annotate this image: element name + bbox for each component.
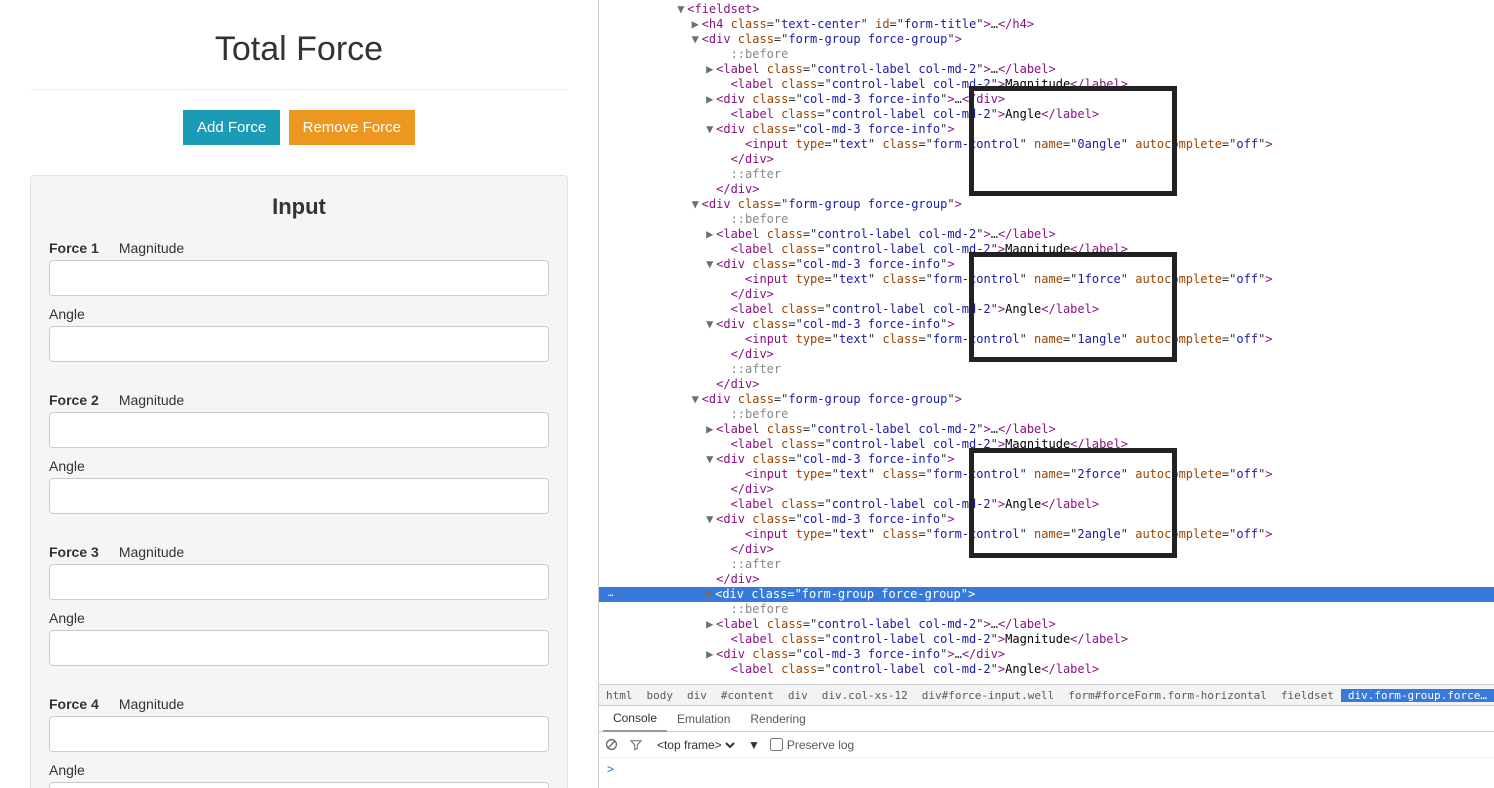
magnitude-input[interactable]	[49, 412, 549, 448]
angle-input[interactable]	[49, 326, 549, 362]
title-divider	[30, 89, 568, 90]
angle-label: Angle	[49, 610, 85, 626]
frame-dropdown-arrow-icon[interactable]: ▼	[748, 738, 760, 752]
magnitude-label: Magnitude	[119, 696, 184, 712]
dom-line[interactable]: ▶<label class="control-label col-md-2">……	[599, 62, 1494, 77]
webpage-pane: Total Force Add Force Remove Force Input…	[0, 0, 598, 788]
breadcrumb-item[interactable]: div.col-xs-12	[815, 689, 915, 702]
drawer-tab[interactable]: Rendering	[740, 707, 815, 731]
drawer-tab[interactable]: Emulation	[667, 707, 740, 731]
breadcrumb-item[interactable]: fieldset	[1274, 689, 1341, 702]
breadcrumb-item[interactable]: body	[639, 689, 680, 702]
annotation-box	[969, 252, 1177, 362]
force-group: Force 3 Magnitude Angle	[49, 544, 549, 676]
dom-line[interactable]: </div>	[599, 572, 1494, 587]
console-prompt-icon: >	[607, 762, 614, 776]
magnitude-input[interactable]	[49, 716, 549, 752]
dom-line[interactable]: ▶<label class="control-label col-md-2">……	[599, 227, 1494, 242]
force-name-label: Force 4	[49, 696, 99, 712]
elements-breadcrumb[interactable]: htmlbodydiv#contentdivdiv.col-xs-12div#f…	[599, 684, 1494, 706]
breadcrumb-item[interactable]: #content	[714, 689, 781, 702]
magnitude-input[interactable]	[49, 260, 549, 296]
clear-console-icon[interactable]	[605, 738, 619, 752]
breadcrumb-item[interactable]: div	[680, 689, 714, 702]
dom-line[interactable]: <label class="control-label col-md-2">Ma…	[599, 632, 1494, 647]
forces-container: Force 1 Magnitude Angle Force 2 Magnitude Ang…	[49, 240, 549, 788]
dom-line[interactable]: ::after	[599, 557, 1494, 572]
page-title: Total Force	[30, 20, 568, 89]
preserve-log-checkbox-label[interactable]: Preserve log	[770, 738, 854, 752]
dom-line[interactable]: ::before	[599, 602, 1494, 617]
dom-line[interactable]: ▼<div class="form-group force-group">	[599, 32, 1494, 47]
preserve-log-label-text: Preserve log	[787, 738, 854, 752]
dom-line[interactable]: ▼<div class="form-group force-group">	[599, 392, 1494, 407]
dom-line[interactable]: ▼<div class="form-group force-group">	[599, 197, 1494, 212]
breadcrumb-item[interactable]: div#force-input.well	[915, 689, 1061, 702]
dom-line[interactable]: ▶<label class="control-label col-md-2">……	[599, 422, 1494, 437]
frame-selector[interactable]: <top frame>	[653, 737, 738, 753]
drawer-tabs: ConsoleEmulationRendering	[599, 706, 1494, 732]
elements-panel[interactable]: ▼<fieldset> ▶<h4 class="text-center" id=…	[599, 0, 1494, 684]
force-name-label: Force 1	[49, 240, 99, 256]
dom-line[interactable]: <label class="control-label col-md-2">An…	[599, 662, 1494, 677]
dom-line[interactable]: … ▼<div class="form-group force-group">	[599, 587, 1494, 602]
ellipsis-badge: …	[605, 587, 616, 602]
preserve-log-checkbox[interactable]	[770, 738, 783, 751]
magnitude-label: Magnitude	[119, 240, 184, 256]
magnitude-label: Magnitude	[119, 544, 184, 560]
magnitude-input[interactable]	[49, 564, 549, 600]
angle-label: Angle	[49, 458, 85, 474]
annotation-box	[969, 86, 1177, 196]
input-heading: Input	[49, 194, 549, 220]
force-group: Force 4 Magnitude Angle	[49, 696, 549, 788]
breadcrumb-item[interactable]: div	[781, 689, 815, 702]
dom-line[interactable]: ::before	[599, 212, 1494, 227]
dom-line[interactable]: ▶<div class="col-md-3 force-info">…</div…	[599, 647, 1494, 662]
dom-line[interactable]: ::before	[599, 47, 1494, 62]
console-body[interactable]: >	[599, 758, 1494, 788]
angle-input[interactable]	[49, 630, 549, 666]
angle-label: Angle	[49, 762, 85, 778]
breadcrumb-item[interactable]: form#forceForm.form-horizontal	[1061, 689, 1274, 702]
force-group: Force 1 Magnitude Angle	[49, 240, 549, 372]
dom-line[interactable]: ▼<fieldset>	[599, 2, 1494, 17]
breadcrumb-item[interactable]: html	[599, 689, 640, 702]
annotation-box	[969, 448, 1177, 558]
force-name-label: Force 2	[49, 392, 99, 408]
angle-input[interactable]	[49, 782, 549, 788]
magnitude-label: Magnitude	[119, 392, 184, 408]
console-toolbar: <top frame> ▼ Preserve log	[599, 732, 1494, 758]
breadcrumb-item[interactable]: div.form-group.force…	[1341, 689, 1494, 702]
button-row: Add Force Remove Force	[30, 110, 568, 145]
devtools-pane: ▼<fieldset> ▶<h4 class="text-center" id=…	[598, 0, 1494, 788]
remove-force-button[interactable]: Remove Force	[289, 110, 415, 145]
drawer-tab[interactable]: Console	[603, 706, 667, 732]
dom-line[interactable]: ▶<h4 class="text-center" id="form-title"…	[599, 17, 1494, 32]
dom-line[interactable]: ::before	[599, 407, 1494, 422]
force-name-label: Force 3	[49, 544, 99, 560]
force-group: Force 2 Magnitude Angle	[49, 392, 549, 524]
angle-label: Angle	[49, 306, 85, 322]
dom-line[interactable]: </div>	[599, 377, 1494, 392]
angle-input[interactable]	[49, 478, 549, 514]
filter-icon[interactable]	[629, 738, 643, 752]
dom-line[interactable]: ▶<label class="control-label col-md-2">……	[599, 617, 1494, 632]
dom-line[interactable]: ::after	[599, 362, 1494, 377]
input-well: Input Force 1 Magnitude Angle Force 2 Magnit…	[30, 175, 568, 788]
add-force-button[interactable]: Add Force	[183, 110, 280, 145]
